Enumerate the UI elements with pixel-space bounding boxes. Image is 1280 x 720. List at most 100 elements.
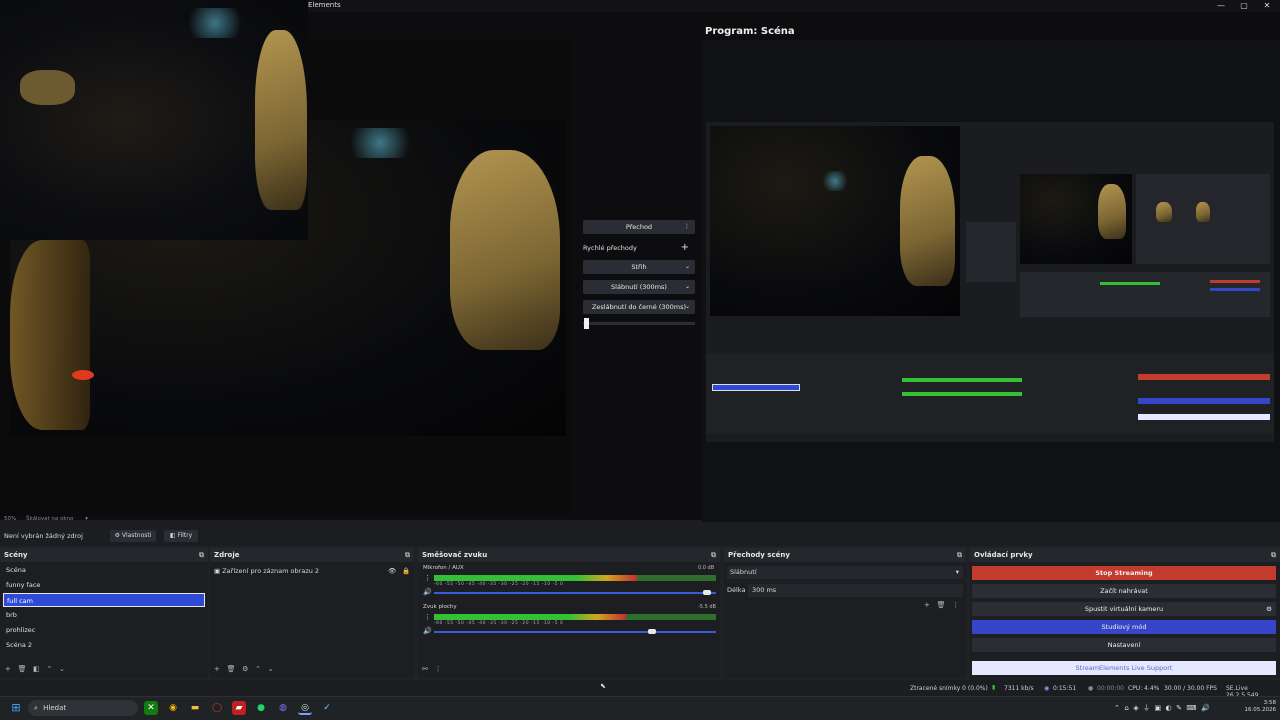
taskbar-search[interactable]: ⌕ Hledat: [28, 700, 138, 716]
scene-item[interactable]: brb: [3, 608, 205, 622]
start-recording-button[interactable]: Začít nahrávat: [972, 584, 1276, 598]
chrome-icon[interactable]: ◉: [166, 701, 180, 715]
scenes-header: Scény ⧉: [0, 548, 208, 562]
speaker-icon[interactable]: 🔊: [423, 627, 432, 635]
chevron-up-icon[interactable]: ⌃: [255, 665, 261, 673]
more-icon[interactable]: ⋮: [435, 665, 442, 673]
scene-transitions-header: Přechody scény ⧉: [724, 548, 966, 562]
chevron-up-icon[interactable]: ⌃: [46, 665, 52, 673]
chevron-down-icon: ⌄: [684, 283, 690, 290]
mixer-channel-name: Mikrofon / AUX: [423, 565, 464, 571]
channel-menu-icon[interactable]: ⋮: [424, 574, 431, 582]
chevron-down-icon: ⌄: [684, 263, 690, 270]
filters-button[interactable]: ◧ Filtry: [164, 530, 198, 542]
more-icon[interactable]: ⋮: [684, 220, 690, 234]
scene-item-selected[interactable]: full cam: [3, 593, 205, 607]
lights-glow: [340, 128, 420, 158]
chevron-down-icon[interactable]: ▾: [85, 516, 88, 522]
volume-slider-knob[interactable]: [703, 590, 711, 595]
transitions-footer: + 🗑 ⋮: [924, 601, 959, 609]
scene-item[interactable]: Scéna 2: [3, 638, 205, 652]
dock-menu-icon: ⧉: [405, 551, 410, 559]
trash-icon[interactable]: 🗑: [18, 665, 27, 673]
clock[interactable]: 3:58 16.05.2026: [1236, 700, 1277, 714]
settings-button[interactable]: Nastavení: [972, 638, 1276, 652]
add-icon[interactable]: +: [924, 601, 930, 609]
minimize-button[interactable]: —: [1210, 0, 1232, 12]
folder-icon[interactable]: ▬: [188, 701, 202, 715]
lock-icon[interactable]: 🔒: [402, 565, 410, 577]
headband-figure: [20, 70, 75, 105]
link-icon[interactable]: ⚯: [422, 665, 428, 673]
stop-streaming-button[interactable]: Stop Streaming: [972, 566, 1276, 580]
volume-slider[interactable]: [434, 631, 716, 633]
volume-slider-knob[interactable]: [648, 629, 656, 634]
transition-button[interactable]: Přechod ⋮: [583, 220, 695, 234]
duration-input[interactable]: 300 ms: [748, 584, 963, 597]
clock-date: 16.05.2026: [1244, 707, 1277, 713]
gear-icon[interactable]: ⚙: [1266, 602, 1272, 616]
speaker-icon[interactable]: 🔊: [423, 588, 432, 596]
volume-slider[interactable]: [434, 592, 716, 594]
no-source-label: Není vybrán žádný zdroj: [4, 532, 83, 540]
add-icon[interactable]: +: [5, 665, 11, 673]
chevron-down-icon[interactable]: ⌄: [268, 665, 274, 673]
quick-transition-cut[interactable]: Střih ⌄: [583, 260, 695, 274]
streamelements-icon[interactable]: ✓: [320, 701, 334, 715]
tbar-track[interactable]: [583, 322, 695, 325]
program-video: [706, 122, 1274, 442]
discord-icon[interactable]: ◍: [276, 701, 290, 715]
source-toolbar: Není vybrán žádný zdroj ⚙ Vlastnosti ◧ F…: [0, 528, 1280, 544]
gear-icon[interactable]: ⚙: [242, 665, 248, 673]
filter-icon: ◧: [169, 532, 176, 539]
red-light: [72, 370, 94, 380]
tray-icons[interactable]: ⌃ ⌂ ◈ ⏚ ▣ ◐ ✎ ⌨ 🔊: [1114, 703, 1210, 713]
mini-docks: [1020, 272, 1270, 317]
zoom-value[interactable]: 50%: [4, 516, 16, 522]
program-label: Program: Scéna: [705, 26, 795, 37]
scene-item[interactable]: Scéna: [3, 563, 205, 577]
spotify-icon[interactable]: ●: [254, 701, 268, 715]
scenes-footer: + 🗑 ◧ ⌃ ⌄: [5, 665, 65, 673]
obs-icon[interactable]: ◎: [298, 701, 312, 715]
source-item[interactable]: ▣ Zařízení pro záznam obrazu 2 👁 🔒: [214, 565, 412, 577]
studio-mode-button[interactable]: Studiový mód: [972, 620, 1276, 634]
filter-icon[interactable]: ◧: [33, 665, 40, 673]
trash-icon[interactable]: 🗑: [937, 601, 946, 609]
maximize-button[interactable]: ▢: [1233, 0, 1255, 12]
app-icon[interactable]: ▰: [232, 701, 246, 715]
search-icon: ⌕: [34, 704, 38, 712]
xbox-icon[interactable]: ✕: [144, 701, 158, 715]
windows-start-icon[interactable]: ⊞: [9, 701, 23, 715]
scene-item[interactable]: prohlizec: [3, 623, 205, 637]
mixer-channel-name: Zvuk plochy: [423, 604, 457, 610]
signal-icon: ▮: [992, 684, 996, 691]
chevron-down-icon[interactable]: ⌄: [59, 665, 65, 673]
transition-select[interactable]: Slábnutí ▾: [727, 566, 963, 579]
opera-icon[interactable]: ◯: [210, 701, 224, 715]
tbar-handle[interactable]: [584, 318, 589, 329]
fps: 30.00 / 30.00 FPS: [1164, 685, 1217, 692]
stream-time: 0:15:51: [1053, 685, 1077, 692]
support-button[interactable]: StreamElements Live Support: [972, 661, 1276, 675]
mixer-channel-db: 0.0 dB: [698, 565, 715, 571]
add-icon[interactable]: +: [681, 242, 689, 254]
chevron-down-icon: ⌄: [684, 303, 690, 310]
channel-menu-icon[interactable]: ⋮: [424, 613, 431, 621]
scene-item[interactable]: funny face: [3, 578, 205, 592]
properties-button[interactable]: ⚙ Vlastnosti: [110, 530, 156, 542]
quick-transition-fade[interactable]: Slábnutí (300ms) ⌄: [583, 280, 695, 294]
trash-icon[interactable]: 🗑: [227, 665, 236, 673]
status-bar: Ztracené snímky 0 (0.0%) ▮ 7311 kb/s ◉ 0…: [0, 680, 1280, 699]
add-icon[interactable]: +: [214, 665, 220, 673]
mouse-cursor: ⬉: [600, 682, 606, 690]
eye-icon[interactable]: 👁: [388, 565, 396, 577]
virtual-camera-button[interactable]: Spustit virtuální kameru ⚙: [972, 602, 1276, 616]
close-button[interactable]: ✕: [1256, 0, 1278, 12]
mini-program-b: [1136, 174, 1270, 264]
zoom-mode[interactable]: Škálovat na okno: [26, 516, 73, 522]
record-icon: ●: [1088, 685, 1094, 692]
more-icon[interactable]: ⋮: [952, 601, 959, 609]
quick-transition-fade-black[interactable]: Zeslábnutí do černé (300ms) ⌄: [583, 300, 695, 314]
zoom-bar[interactable]: 50% Škálovat na okno ▾: [4, 516, 88, 522]
